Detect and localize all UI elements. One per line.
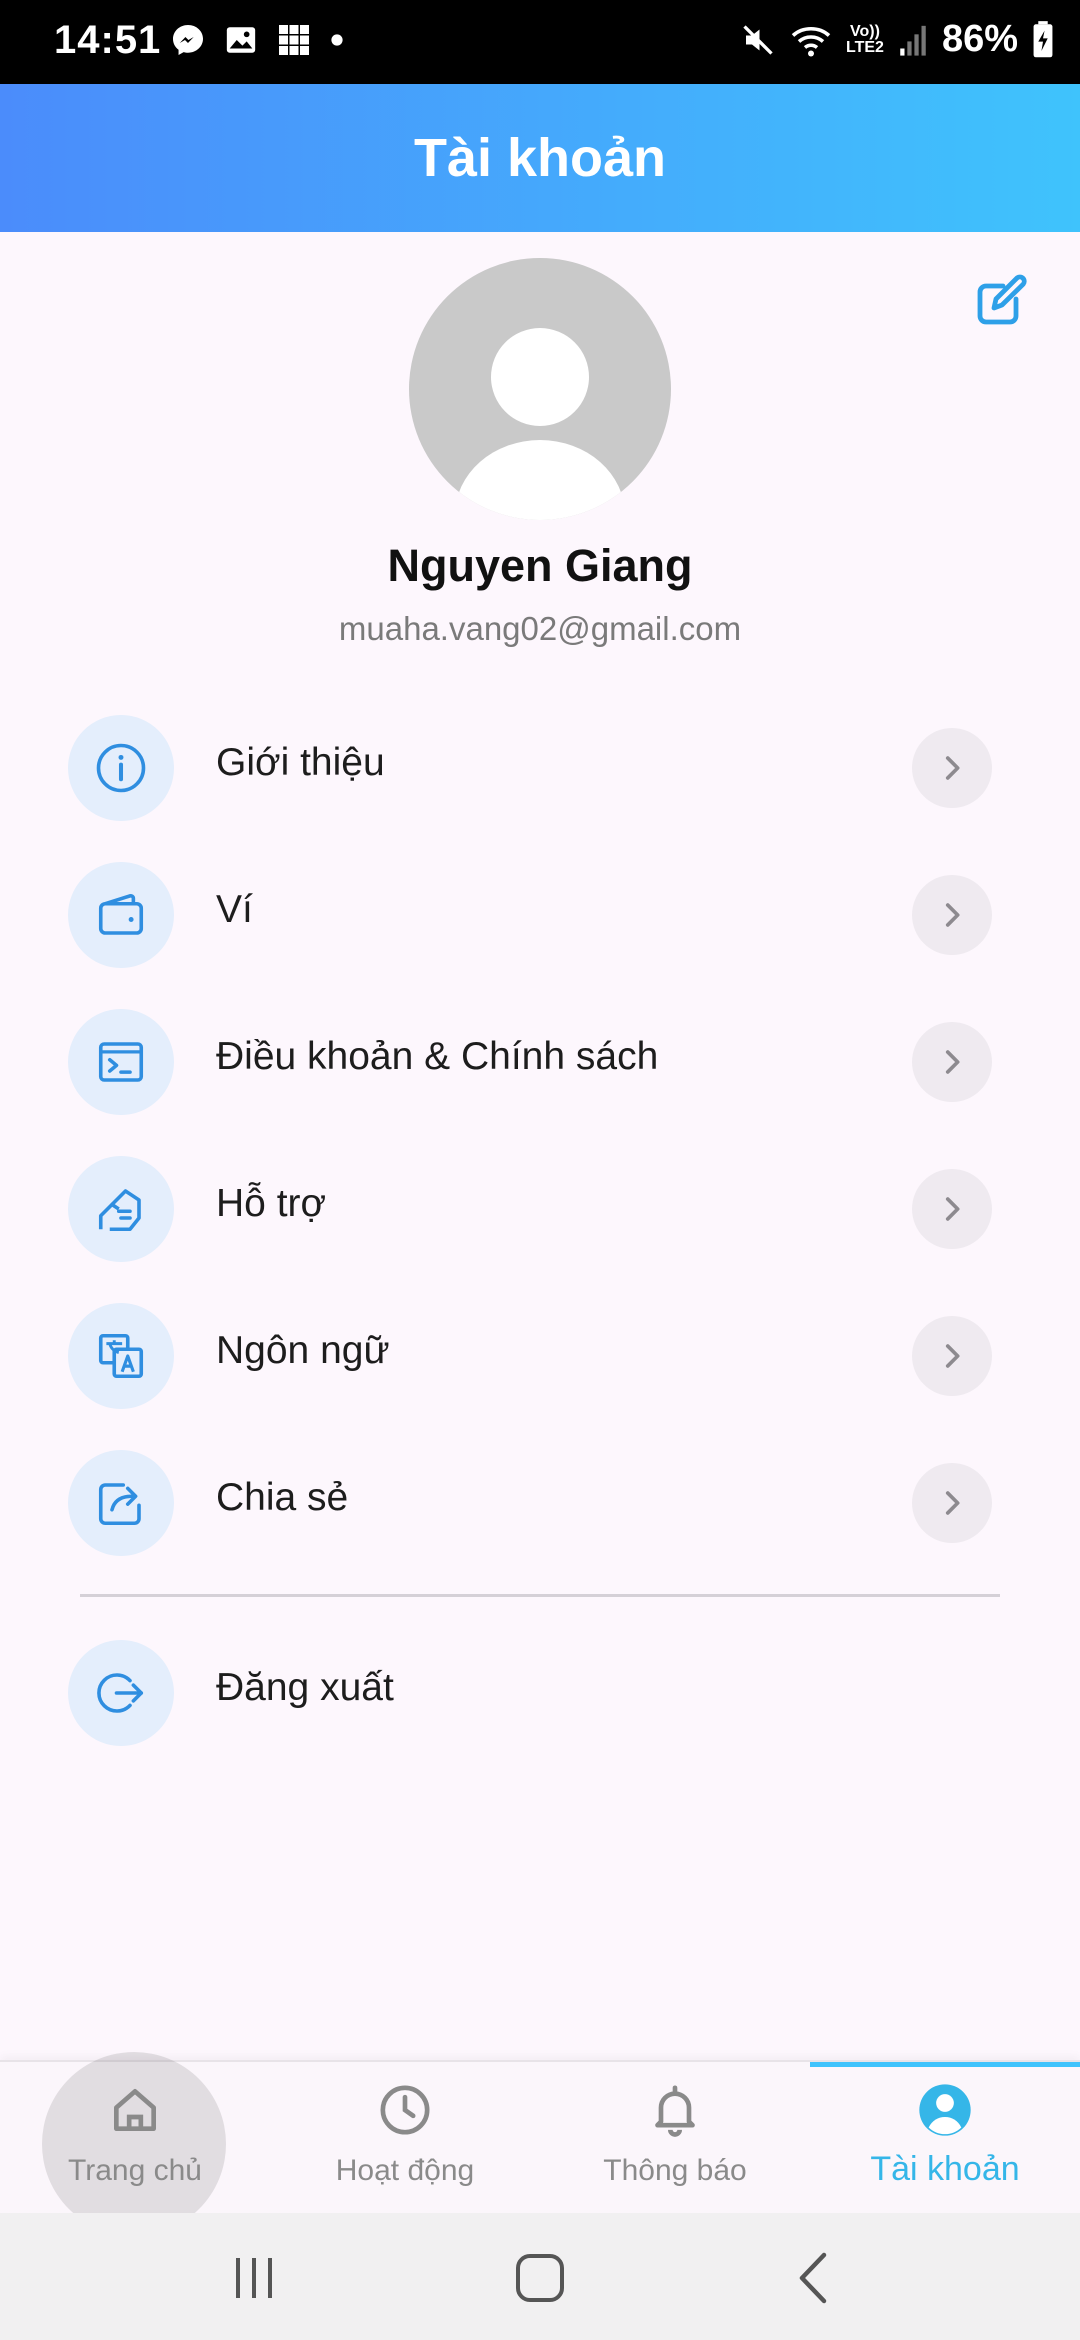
status-left-icons bbox=[170, 22, 344, 58]
support-hand-icon bbox=[98, 1189, 141, 1232]
profile-name: Nguyen Giang bbox=[387, 540, 693, 591]
nav-tab-home[interactable]: Trang chủ bbox=[0, 2052, 270, 2236]
info-icon bbox=[96, 743, 146, 793]
menu-icon-circle bbox=[68, 1303, 174, 1409]
menu-item-language[interactable]: Ngôn ngữ bbox=[0, 1301, 1080, 1411]
menu-label-about: Giới thiệu bbox=[216, 741, 385, 784]
status-right-icons: Vo)) LTE2 86% bbox=[740, 18, 1054, 61]
nav-label-notifications: Thông báo bbox=[603, 2154, 747, 2187]
home-system-button[interactable] bbox=[500, 2243, 580, 2313]
menu-label-share: Chia sẻ bbox=[216, 1476, 349, 1519]
menu-item-support[interactable]: Hỗ trợ bbox=[0, 1154, 1080, 1264]
tap-ripple bbox=[42, 2052, 226, 2236]
menu-item-terms[interactable]: Điều khoản & Chính sách bbox=[0, 1007, 1080, 1117]
network-type: Vo)) LTE2 bbox=[846, 22, 884, 56]
menu-label-support: Hỗ trợ bbox=[216, 1182, 327, 1225]
recent-apps-icon bbox=[236, 2258, 272, 2298]
translate-icon bbox=[98, 1333, 144, 1379]
signal-icon bbox=[900, 25, 926, 56]
nav-tab-notifications[interactable]: Thông báo bbox=[540, 2062, 810, 2215]
menu-label-language: Ngôn ngữ bbox=[216, 1329, 390, 1372]
menu-item-share[interactable]: Chia sẻ bbox=[0, 1448, 1080, 1558]
battery-percent: 86% bbox=[941, 18, 1018, 60]
back-icon bbox=[799, 2252, 827, 2304]
menu-icon-circle bbox=[68, 1450, 174, 1556]
logout-icon bbox=[97, 1673, 144, 1713]
edit-profile-button[interactable] bbox=[970, 272, 1030, 332]
chevron-right-button[interactable] bbox=[912, 1022, 992, 1102]
profile-email: muaha.vang02@gmail.com bbox=[338, 610, 742, 647]
chevron-right-icon bbox=[945, 1491, 960, 1515]
menu-label-logout: Đăng xuất bbox=[216, 1666, 394, 1709]
menu-label-wallet: Ví bbox=[216, 888, 253, 931]
chevron-right-button[interactable] bbox=[912, 1316, 992, 1396]
mute-icon bbox=[743, 24, 773, 55]
back-button[interactable] bbox=[774, 2243, 854, 2313]
chevron-right-button[interactable] bbox=[912, 1463, 992, 1543]
page-title: Tài khoản bbox=[413, 128, 667, 188]
avatar[interactable] bbox=[409, 258, 671, 520]
share-icon bbox=[98, 1483, 141, 1526]
menu-icon-circle bbox=[68, 1009, 174, 1115]
menu-label-terms: Điều khoản & Chính sách bbox=[216, 1035, 659, 1078]
app-header: Tài khoản bbox=[0, 84, 1080, 232]
chevron-right-button[interactable] bbox=[912, 875, 992, 955]
home-square-icon bbox=[516, 2254, 564, 2302]
grid-apps-icon bbox=[279, 25, 309, 55]
menu-divider bbox=[80, 1594, 1000, 1597]
chevron-right-icon bbox=[945, 903, 960, 927]
chevron-right-button[interactable] bbox=[912, 1169, 992, 1249]
battery-icon bbox=[1033, 20, 1053, 57]
bell-icon bbox=[655, 2085, 695, 2137]
system-navigation-bar bbox=[0, 2213, 1080, 2340]
recent-apps-button[interactable] bbox=[214, 2243, 294, 2313]
nav-label-activity: Hoạt động bbox=[335, 2154, 475, 2187]
nav-tab-account[interactable]: Tài khoản bbox=[810, 2062, 1080, 2215]
edit-icon bbox=[977, 274, 1027, 325]
bottom-navigation: Trang chủ Hoạt động Thông báo Tài khoản bbox=[0, 2052, 1080, 2236]
chevron-right-icon bbox=[945, 756, 960, 780]
gallery-icon bbox=[226, 27, 256, 53]
menu-icon-circle bbox=[68, 715, 174, 821]
menu-icon-circle bbox=[68, 1156, 174, 1262]
dot-icon bbox=[331, 34, 343, 46]
avatar-body-shape bbox=[455, 440, 625, 520]
menu-icon-circle bbox=[68, 1640, 174, 1746]
nav-tab-activity[interactable]: Hoạt động bbox=[270, 2062, 540, 2215]
wifi-icon bbox=[791, 26, 831, 56]
menu-item-wallet[interactable]: Ví bbox=[0, 860, 1080, 970]
account-icon bbox=[919, 2084, 971, 2136]
menu-item-about[interactable]: Giới thiệu bbox=[0, 713, 1080, 823]
nav-label-home: Trang chủ bbox=[68, 2154, 202, 2187]
status-time: 14:51 bbox=[54, 18, 162, 62]
avatar-head-shape bbox=[491, 328, 589, 426]
menu-icon-circle bbox=[68, 862, 174, 968]
nav-label-account: Tài khoản bbox=[870, 2150, 1020, 2188]
wallet-icon bbox=[98, 893, 144, 935]
chevron-right-button[interactable] bbox=[912, 728, 992, 808]
chevron-right-icon bbox=[945, 1050, 960, 1074]
chevron-right-icon bbox=[945, 1197, 960, 1221]
terminal-icon bbox=[98, 1042, 144, 1082]
clock-icon bbox=[380, 2085, 430, 2135]
status-bar: 14:51 Vo)) LTE2 86% bbox=[0, 0, 1080, 84]
chevron-right-icon bbox=[945, 1344, 960, 1368]
home-icon bbox=[114, 2089, 157, 2131]
messenger-icon bbox=[173, 25, 203, 55]
menu-item-logout[interactable]: Đăng xuất bbox=[0, 1638, 1080, 1748]
